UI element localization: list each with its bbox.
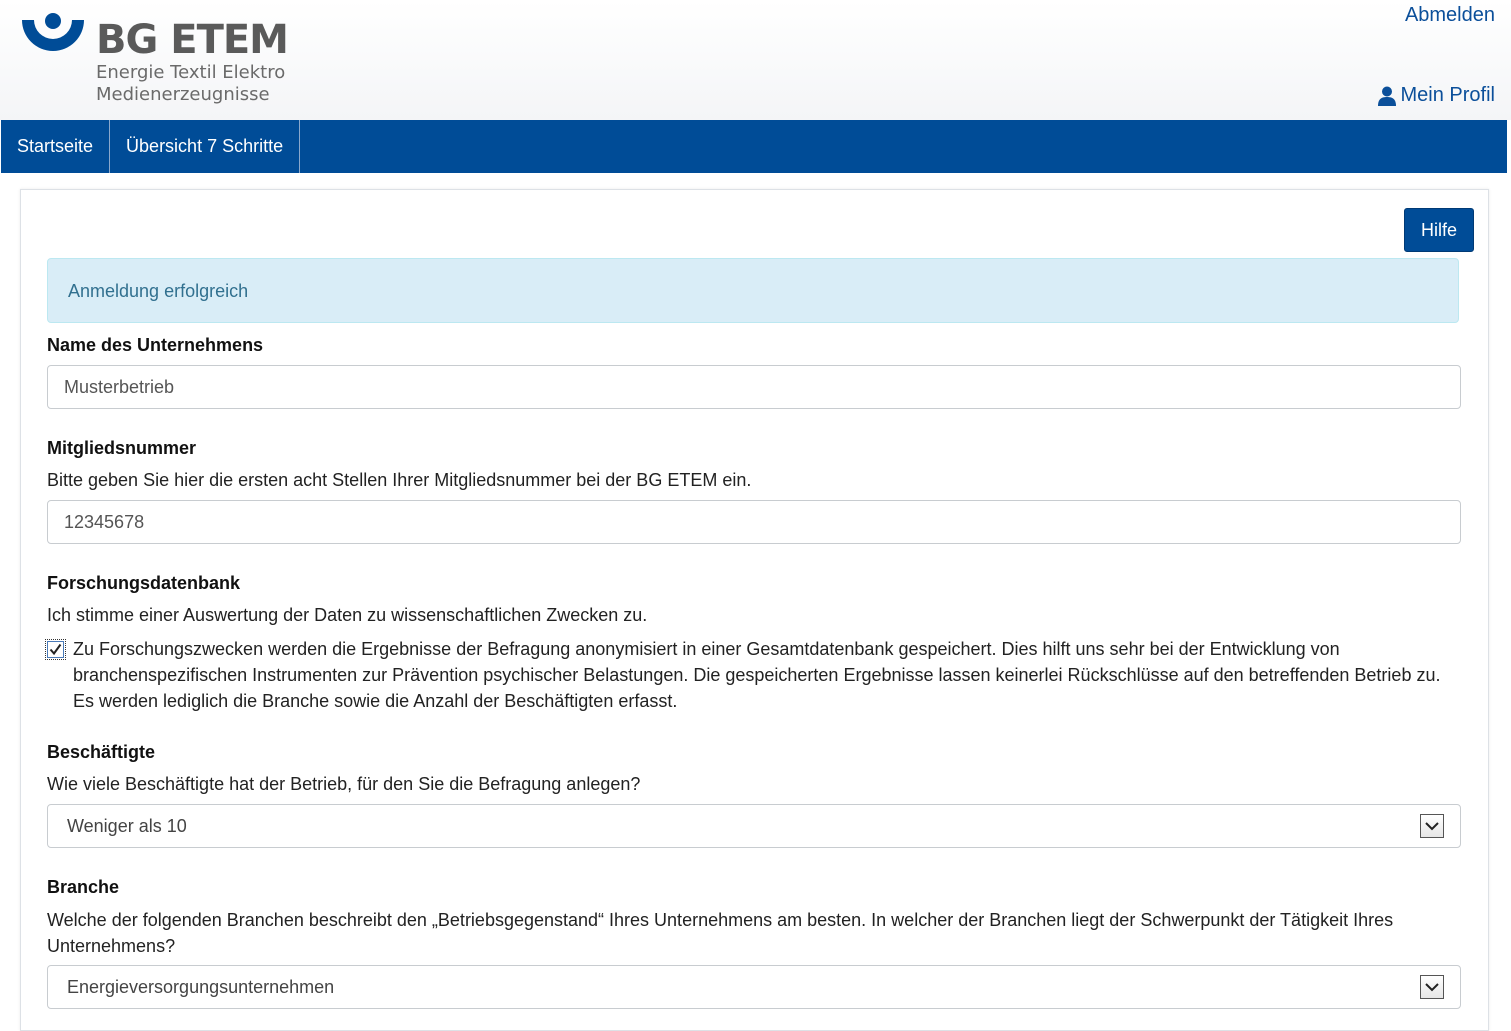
- logo-subtitle-line1: Energie Textil Elektro: [96, 62, 286, 83]
- user-icon: [1377, 86, 1396, 106]
- chevron-down-icon: [1420, 975, 1444, 999]
- logo-subtitle-line2: Medienerzeugnisse: [96, 84, 270, 105]
- research-consent-checkbox[interactable]: [45, 639, 66, 660]
- research-consent-text: Zu Forschungszwecken werden die Ergebnis…: [73, 639, 1441, 711]
- profile-link[interactable]: Mein Profil: [1377, 84, 1495, 107]
- employees-select-value: Weniger als 10: [67, 816, 187, 836]
- success-alert: Anmeldung erfolgreich: [47, 258, 1459, 323]
- chevron-down-icon: [1420, 814, 1444, 838]
- employees-select[interactable]: Weniger als 10: [47, 804, 1461, 848]
- main-navbar: Startseite Übersicht 7 Schritte: [1, 120, 1507, 173]
- company-name-input[interactable]: [47, 365, 1461, 409]
- company-name-label: Name des Unternehmens: [47, 335, 264, 355]
- main-panel: Hilfe Anmeldung erfolgreich Name des Unt…: [20, 189, 1489, 1031]
- nav-item-uebersicht[interactable]: Übersicht 7 Schritte: [110, 120, 301, 173]
- industry-select-value: Energieversorgungsunternehmen: [67, 977, 335, 997]
- industry-select[interactable]: Energieversorgungsunternehmen: [47, 965, 1461, 1009]
- help-button[interactable]: Hilfe: [1404, 208, 1474, 252]
- member-number-description: Bitte geben Sie hier die ersten acht Ste…: [47, 470, 752, 490]
- logout-link[interactable]: Abmelden: [1405, 4, 1495, 27]
- logo-title: BG ETEM: [96, 17, 289, 63]
- employees-label: Beschäftigte: [47, 742, 156, 762]
- employees-description: Wie viele Beschäftigte hat der Betrieb, …: [47, 774, 641, 794]
- logo-emblem-icon: [22, 13, 84, 51]
- bg-etem-logo[interactable]: BG ETEM Energie Textil Elektro Medienerz…: [20, 12, 289, 112]
- industry-description: Welche der folgenden Branchen beschreibt…: [47, 910, 1394, 956]
- nav-item-startseite[interactable]: Startseite: [1, 120, 111, 173]
- checkmark-icon: [49, 643, 62, 656]
- member-number-label: Mitgliedsnummer: [47, 438, 197, 458]
- industry-label: Branche: [47, 877, 120, 897]
- page-header: BG ETEM Energie Textil Elektro Medienerz…: [0, 0, 1511, 120]
- profile-label: Mein Profil: [1400, 84, 1495, 106]
- research-db-description: Ich stimme einer Auswertung der Daten zu…: [47, 605, 648, 625]
- research-db-label: Forschungsdatenbank: [47, 573, 241, 593]
- member-number-input[interactable]: [47, 500, 1461, 544]
